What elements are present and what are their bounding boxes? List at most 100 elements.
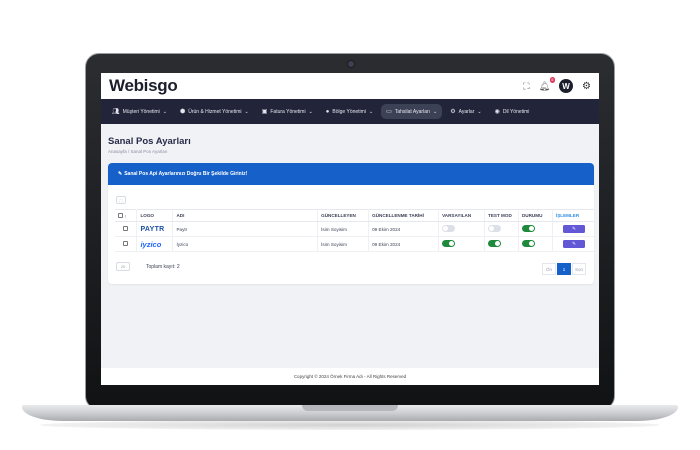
globe-icon: ◉ <box>494 109 500 115</box>
chevron-down-icon: ⌄ <box>433 108 438 115</box>
chevron-down-icon: ⌄ <box>308 108 313 115</box>
select-all-header[interactable]: ↑ <box>115 209 138 222</box>
logo-cell: iyzico <box>136 236 174 252</box>
pos-table: ↑ LOGO ADI GÜNCELLEYEN GÜNCELLENME TARİH… <box>115 209 594 252</box>
nav-regions[interactable]: ● Bölge Yönetimi ⌄ <box>321 105 378 119</box>
col-test-mode[interactable]: TEST MOD <box>484 209 519 222</box>
nav-invoices[interactable]: ▣ Fatura Yönetimi ⌄ <box>257 104 318 119</box>
pagination-current[interactable]: 1 <box>557 263 571 275</box>
sort-icon: ↑ <box>124 213 127 219</box>
status-toggle[interactable] <box>521 225 535 232</box>
nav-label: Fatura Yönetimi <box>270 108 306 115</box>
nav-label: Bölge Yönetimi <box>332 108 366 115</box>
fullscreen-icon[interactable]: ⛶ <box>523 81 529 92</box>
col-updated-by[interactable]: GÜNCELLEYEN <box>317 209 370 222</box>
test-cell <box>484 236 519 252</box>
total-records: Toplam kayıt: 2 <box>146 264 180 270</box>
default-cell <box>438 236 486 252</box>
table-row: iyzico İyzico İsim Soyisim 09 Ekim 2024 … <box>115 236 594 252</box>
money-icon: ▣ <box>261 109 268 115</box>
row-select[interactable] <box>115 236 138 252</box>
nav-settings[interactable]: ⚙ Ayarlar ⌄ <box>445 104 486 119</box>
row-checkbox[interactable] <box>123 226 129 231</box>
users-icon: 👥︎ <box>112 109 120 115</box>
test-cell <box>484 221 519 237</box>
col-name[interactable]: ADI <box>172 209 319 222</box>
nav-label: Dil Yönetimi <box>502 108 530 115</box>
status-cell <box>518 221 553 237</box>
webcam <box>348 61 354 67</box>
updated-at-cell: 09 Ekim 2024 <box>368 236 440 252</box>
nav-label: Ürün & Hizmet Yönetimi <box>188 108 242 115</box>
name-cell: İyzico <box>172 236 319 252</box>
col-actions: İŞLEMLER <box>552 209 594 222</box>
table-row: PAYTR Paytr İsim Soyisim 09 Ekim 2024 ✎ <box>115 221 594 237</box>
page-size-select[interactable]: 25 <box>116 262 130 271</box>
column-toggle-button[interactable]: ⛶ <box>116 196 126 204</box>
brand-logo[interactable]: Webisgo <box>109 76 178 96</box>
top-actions: ⛶ 🔔︎ 5 W ⚙ <box>523 76 591 93</box>
laptop-mockup: Webisgo ⛶ 🔔︎ 5 W ⚙ 👥︎ Müşteri Yönetimi ⌄ ⬢ Ü… <box>0 0 700 450</box>
chevron-down-icon: ⌄ <box>368 108 374 115</box>
default-toggle[interactable] <box>442 240 456 247</box>
laptop-notch <box>302 405 398 411</box>
default-cell <box>438 221 486 237</box>
nav-label: Müşteri Yönetimi <box>122 108 160 115</box>
chevron-down-icon: ⌄ <box>244 108 249 115</box>
pos-settings-card: ✎ Sanal Pos Api Ayarlarınızı Doğru Bir Şe… <box>108 163 594 284</box>
bell-icon[interactable]: 🔔︎ 5 <box>539 76 556 92</box>
pagination-prev[interactable]: Ön <box>542 263 556 275</box>
iyzico-logo: iyzico <box>140 239 162 249</box>
actions-cell: ✎ <box>552 236 594 252</box>
pagination: Ön 1 Son <box>542 263 586 275</box>
logo-cell: PAYTR <box>136 221 174 237</box>
avatar[interactable]: W <box>559 79 574 93</box>
notification-badge: 5 <box>549 76 556 83</box>
map-pin-icon: ● <box>325 108 330 115</box>
table-header-row: ↑ LOGO ADI GÜNCELLEYEN GÜNCELLENME TARİH… <box>115 209 594 222</box>
gear-icon[interactable]: ⚙ <box>582 81 591 92</box>
select-all-checkbox[interactable] <box>118 212 123 218</box>
edit-button[interactable]: ✎ <box>562 225 585 233</box>
chevron-down-icon: ⌄ <box>162 108 167 115</box>
alert-text: Sanal Pos Api Ayarlarınızı Doğru Bir Şek… <box>124 171 248 177</box>
col-status[interactable]: DURUMU <box>518 209 553 222</box>
test-mode-toggle[interactable] <box>488 240 502 247</box>
edit-icon: ✎ <box>572 226 576 231</box>
col-updated-at[interactable]: GÜNCELLENME TARİHİ <box>368 209 440 222</box>
nav-customers[interactable]: 👥︎ Müşteri Yönetimi ⌄ <box>107 104 172 119</box>
edit-button[interactable]: ✎ <box>562 240 585 248</box>
nav-label: Ayarlar <box>458 108 475 115</box>
actions-cell: ✎ <box>552 221 594 237</box>
paytr-logo: PAYTR <box>140 225 165 233</box>
updated-by-cell: İsim Soyisim <box>317 221 370 237</box>
updated-at-cell: 09 Ekim 2024 <box>368 221 440 237</box>
screen: Webisgo ⛶ 🔔︎ 5 W ⚙ 👥︎ Müşteri Yönetimi ⌄ ⬢ Ü… <box>101 73 599 385</box>
edit-icon: ✎ <box>572 241 576 246</box>
site-footer: Copyright © 2024 Örnek Firma Adı - All R… <box>101 368 599 385</box>
default-toggle[interactable] <box>442 225 456 232</box>
nav-languages[interactable]: ◉ Dil Yönetimi <box>490 104 535 119</box>
col-default[interactable]: VARSAYILAN <box>438 209 486 222</box>
cogs-icon: ⚙ <box>450 109 456 115</box>
pagination-next[interactable]: Son <box>572 263 586 275</box>
laptop-shadow <box>40 420 660 430</box>
nav-label: Tahsilat Ayarları <box>394 108 431 115</box>
status-toggle[interactable] <box>521 240 535 247</box>
nav-collections[interactable]: ▭ Tahsilat Ayarları ⌄ <box>381 104 443 119</box>
name-cell: Paytr <box>172 221 319 237</box>
page-title: Sanal Pos Ayarları <box>108 136 191 147</box>
wrench-icon: ✎ <box>118 171 123 177</box>
top-bar: Webisgo ⛶ 🔔︎ 5 W ⚙ <box>101 73 599 99</box>
test-mode-toggle[interactable] <box>488 225 502 232</box>
chevron-down-icon: ⌄ <box>477 108 482 115</box>
breadcrumb[interactable]: Anasayfa / Sanal Pos Ayarları <box>108 149 167 154</box>
row-select[interactable] <box>115 221 138 237</box>
nav-products[interactable]: ⬢ Ürün & Hizmet Yönetimi ⌄ <box>175 104 254 119</box>
updated-by-cell: İsim Soyisim <box>317 236 370 252</box>
col-logo[interactable]: LOGO <box>136 209 174 222</box>
info-alert: ✎ Sanal Pos Api Ayarlarınızı Doğru Bir Şe… <box>108 163 594 185</box>
cubes-icon: ⬢ <box>179 109 186 115</box>
status-cell <box>518 236 553 252</box>
row-checkbox[interactable] <box>123 241 129 246</box>
